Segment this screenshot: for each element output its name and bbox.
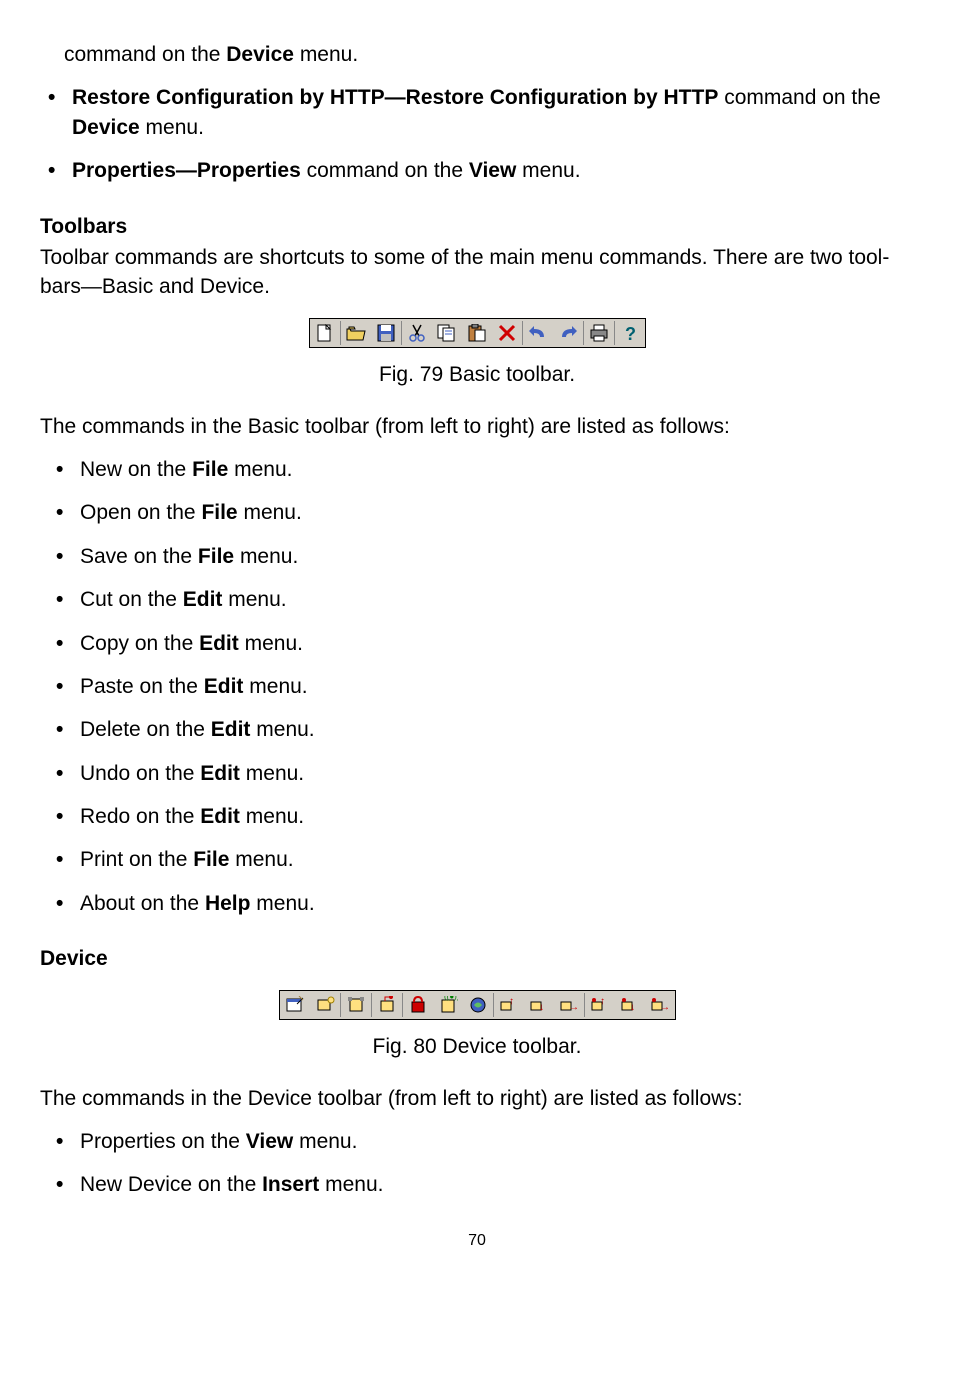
cut-icon xyxy=(402,319,432,347)
copy-icon xyxy=(432,319,462,347)
paragraph: Toolbar commands are shortcuts to some o… xyxy=(40,243,914,302)
list-item: •Copy on the Edit menu. xyxy=(56,629,914,658)
new-device-icon xyxy=(310,991,340,1019)
basic-toolbar: ? xyxy=(309,318,646,348)
device-icon-5 xyxy=(403,991,433,1019)
list-item: •Open on the File menu. xyxy=(56,498,914,527)
list-item: •Properties on the View menu. xyxy=(56,1127,914,1156)
svg-text:↓: ↓ xyxy=(630,1002,635,1013)
print-icon xyxy=(584,319,614,347)
figure-caption: Fig. 79 Basic toolbar. xyxy=(40,360,914,389)
device-toolbar: ((●)) ↑ ↓ → ↑ ↓ → xyxy=(279,990,676,1020)
text-bold: Restore Configuration by HTTP—Restore Co… xyxy=(72,86,718,109)
save-icon xyxy=(371,319,401,347)
text-bold: Properties—Properties xyxy=(72,159,301,182)
continuation-line: command on the Device menu. xyxy=(64,40,914,69)
svg-text:((●)): ((●)) xyxy=(444,996,458,1001)
bullet-item: • Properties—Properties command on the V… xyxy=(48,156,914,185)
text: command on the xyxy=(64,43,226,66)
list-item: •Undo on the Edit menu. xyxy=(56,759,914,788)
list-item: •New on the File menu. xyxy=(56,455,914,484)
figure-basic-toolbar: ? xyxy=(40,318,914,348)
properties-icon xyxy=(280,991,310,1019)
figure-caption: Fig. 80 Device toolbar. xyxy=(40,1032,914,1061)
list-item: •Cut on the Edit menu. xyxy=(56,585,914,614)
list-item: •Redo on the Edit menu. xyxy=(56,802,914,831)
text: menu. xyxy=(294,43,358,66)
help-icon: ? xyxy=(615,319,645,347)
svg-text:→: → xyxy=(569,1002,579,1013)
device-icon-4 xyxy=(372,991,402,1019)
device-icon-11: ↑ xyxy=(585,991,615,1019)
redo-icon xyxy=(553,319,583,347)
device-icon-12: ↓ xyxy=(615,991,645,1019)
text: command on the xyxy=(301,159,469,182)
text-bold: Device xyxy=(72,116,140,139)
page-number: 70 xyxy=(40,1230,914,1252)
text: menu. xyxy=(516,159,580,182)
device-icon-6: ((●)) xyxy=(433,991,463,1019)
paste-icon xyxy=(462,319,492,347)
device-icon-7 xyxy=(463,991,493,1019)
undo-icon xyxy=(523,319,553,347)
new-icon xyxy=(310,319,340,347)
bullet-marker: • xyxy=(48,83,72,142)
svg-text:?: ? xyxy=(625,324,636,342)
open-icon xyxy=(341,319,371,347)
text-bold: View xyxy=(469,159,516,182)
device-icon-10: → xyxy=(554,991,584,1019)
paragraph: The commands in the Basic toolbar (from … xyxy=(40,412,914,441)
heading-device: Device xyxy=(40,944,914,973)
figure-device-toolbar: ((●)) ↑ ↓ → ↑ ↓ → xyxy=(40,990,914,1020)
svg-text:↑: ↑ xyxy=(509,996,514,1007)
device-icon-9: ↓ xyxy=(524,991,554,1019)
list-item: •New Device on the Insert menu. xyxy=(56,1170,914,1199)
device-toolbar-list: •Properties on the View menu. •New Devic… xyxy=(48,1127,914,1200)
text: command on the xyxy=(718,86,880,109)
basic-toolbar-list: •New on the File menu. •Open on the File… xyxy=(48,455,914,918)
list-item: •Delete on the Edit menu. xyxy=(56,715,914,744)
svg-text:↑: ↑ xyxy=(600,996,605,1007)
paragraph: The commands in the Device toolbar (from… xyxy=(40,1084,914,1113)
list-item: •Print on the File menu. xyxy=(56,845,914,874)
delete-icon xyxy=(492,319,522,347)
list-item: •Save on the File menu. xyxy=(56,542,914,571)
device-icon-3 xyxy=(341,991,371,1019)
heading-toolbars: Toolbars xyxy=(40,212,914,241)
device-icon-13: → xyxy=(645,991,675,1019)
svg-text:↓: ↓ xyxy=(539,1002,544,1013)
text: menu. xyxy=(140,116,204,139)
text-bold: Device xyxy=(226,43,294,66)
bullet-item: • Restore Configuration by HTTP—Restore … xyxy=(48,83,914,142)
device-icon-8: ↑ xyxy=(494,991,524,1019)
list-item: •Paste on the Edit menu. xyxy=(56,672,914,701)
svg-text:→: → xyxy=(660,1002,670,1013)
bullet-marker: • xyxy=(48,156,72,185)
list-item: •About on the Help menu. xyxy=(56,889,914,918)
